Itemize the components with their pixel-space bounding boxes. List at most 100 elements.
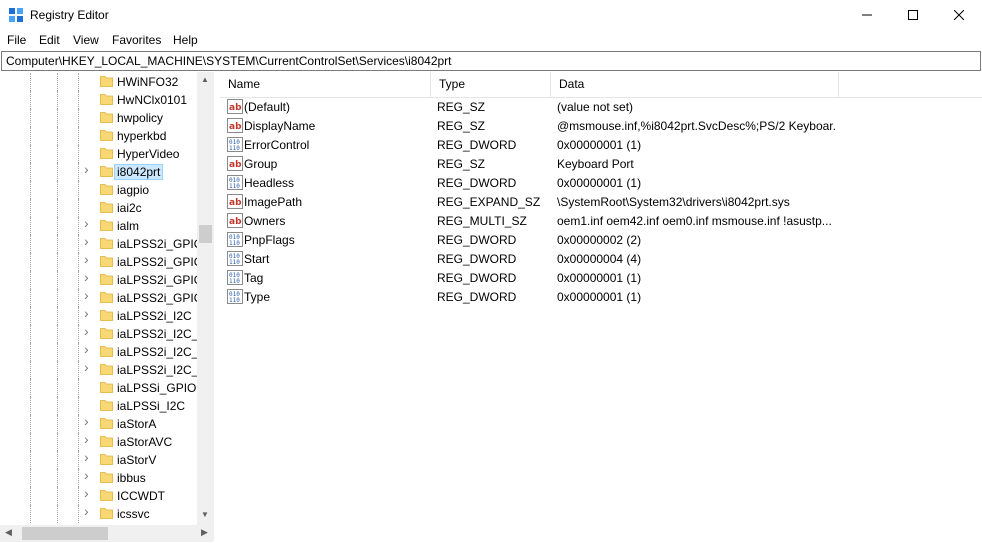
key-tree[interactable]: HWiNFO32 HwNClx0101 hwpolicy hyperkbd HyperV… bbox=[0, 72, 215, 543]
value-row[interactable]: 010 110 Headless REG_DWORD 0x00000001 (1) bbox=[220, 173, 982, 192]
tree-item[interactable]: iaLPSSi_GPIO bbox=[0, 379, 197, 397]
value-row[interactable]: ab ImagePath REG_EXPAND_SZ \SystemRoot\Syst… bbox=[220, 192, 982, 211]
tree-item[interactable]: › icssvc bbox=[0, 504, 197, 523]
tree-guide-line bbox=[78, 217, 79, 235]
tree-item-label: ibbus bbox=[117, 471, 146, 485]
tree-item[interactable]: HyperVideo bbox=[0, 145, 197, 163]
tree-item[interactable]: › iaLPSS2i_I2C bbox=[0, 306, 197, 325]
scroll-down-arrow-icon[interactable]: ▼ bbox=[201, 510, 209, 519]
tree-item[interactable]: iai2c bbox=[0, 199, 197, 217]
minimize-button[interactable] bbox=[844, 0, 890, 30]
tree-vertical-scrollbar[interactable]: ▲ ▼ bbox=[197, 72, 214, 525]
tree-item[interactable]: › ialm bbox=[0, 216, 197, 235]
value-row[interactable]: ab Owners REG_MULTI_SZ oem1.inf oem42.inf o… bbox=[220, 211, 982, 230]
tree-item[interactable]: › iaLPSS2i_I2C_BX bbox=[0, 324, 197, 343]
tree-item[interactable]: › iaLPSS2i_I2C_GL bbox=[0, 360, 197, 379]
tree-guide-line bbox=[57, 235, 58, 253]
maximize-button[interactable] bbox=[890, 0, 936, 30]
expand-chevron-icon[interactable]: › bbox=[84, 360, 94, 374]
menu-view[interactable]: View bbox=[73, 33, 99, 47]
scroll-up-arrow-icon[interactable]: ▲ bbox=[201, 75, 209, 84]
menu-file[interactable]: File bbox=[7, 33, 26, 47]
tree-guide-line bbox=[57, 451, 58, 469]
value-data: 0x00000001 (1) bbox=[557, 176, 642, 190]
expand-chevron-icon[interactable]: › bbox=[84, 324, 94, 338]
expand-chevron-icon[interactable]: › bbox=[84, 504, 94, 518]
tree-item[interactable]: iaLPSSi_I2C bbox=[0, 397, 197, 415]
column-header-type[interactable]: Type bbox=[431, 72, 551, 97]
tree-guide-line bbox=[57, 91, 58, 109]
value-row[interactable]: 010 110 ErrorControl REG_DWORD 0x00000001 (1… bbox=[220, 135, 982, 154]
column-header-name[interactable]: Name bbox=[220, 72, 431, 97]
address-bar[interactable]: Computer\HKEY_LOCAL_MACHINE\SYSTEM\Curre… bbox=[1, 51, 981, 71]
tree-guide-line bbox=[78, 505, 79, 523]
expand-chevron-icon[interactable]: › bbox=[84, 468, 94, 482]
tree-vertical-scroll-thumb[interactable] bbox=[199, 225, 212, 243]
tree-item[interactable]: hwpolicy bbox=[0, 109, 197, 127]
column-header-data[interactable]: Data bbox=[551, 72, 839, 97]
tree-guide-line bbox=[78, 109, 79, 127]
expand-chevron-icon[interactable]: › bbox=[84, 162, 94, 176]
scroll-left-arrow-icon[interactable]: ◀ bbox=[5, 527, 12, 538]
tree-item-label: HwNClx0101 bbox=[117, 93, 188, 107]
expand-chevron-icon[interactable]: › bbox=[84, 288, 94, 302]
tree-item[interactable]: › ICCWDT bbox=[0, 486, 197, 505]
folder-icon bbox=[100, 130, 113, 141]
expand-chevron-icon[interactable]: › bbox=[84, 486, 94, 500]
value-row[interactable]: 010 110 Start REG_DWORD 0x00000004 (4) bbox=[220, 249, 982, 268]
tree-item-label: iaLPSS2i_I2C_GL bbox=[117, 363, 197, 377]
tree-item[interactable]: HwNClx0101 bbox=[0, 91, 197, 109]
expand-chevron-icon[interactable]: › bbox=[84, 216, 94, 230]
expand-chevron-icon[interactable]: › bbox=[84, 252, 94, 266]
value-row[interactable]: 010 110 Tag REG_DWORD 0x00000001 (1) bbox=[220, 268, 982, 287]
value-row[interactable]: ab DisplayName REG_SZ @msmouse.inf,%i8042pr… bbox=[220, 116, 982, 135]
expand-chevron-icon[interactable]: › bbox=[84, 234, 94, 248]
tree-item[interactable]: › iaStorAVC bbox=[0, 432, 197, 451]
tree-item-label: iaLPSS2i_GPIO2 bbox=[117, 237, 197, 251]
tree-item[interactable]: › iaLPSS2i_GPIO2 bbox=[0, 252, 197, 271]
close-button[interactable] bbox=[936, 0, 982, 30]
scroll-right-arrow-icon[interactable]: ▶ bbox=[201, 527, 208, 538]
value-row[interactable]: ab Group REG_SZ Keyboard Port bbox=[220, 154, 982, 173]
tree-guide-line bbox=[57, 361, 58, 379]
tree-item[interactable]: HWiNFO32 bbox=[0, 73, 197, 91]
address-path[interactable]: Computer\HKEY_LOCAL_MACHINE\SYSTEM\Curre… bbox=[6, 54, 452, 68]
value-row[interactable]: 010 110 PnpFlags REG_DWORD 0x00000002 (2) bbox=[220, 230, 982, 249]
expand-chevron-icon[interactable]: › bbox=[84, 414, 94, 428]
tree-item[interactable]: › iaLPSS2i_I2C_CN bbox=[0, 342, 197, 361]
maximize-icon bbox=[908, 10, 918, 20]
tree-item[interactable]: hyperkbd bbox=[0, 127, 197, 145]
value-row[interactable]: 010 110 Type REG_DWORD 0x00000001 (1) bbox=[220, 287, 982, 306]
tree-item[interactable]: iagpio bbox=[0, 181, 197, 199]
expand-chevron-icon[interactable]: › bbox=[84, 306, 94, 320]
expand-chevron-icon[interactable]: › bbox=[84, 270, 94, 284]
expand-chevron-icon[interactable]: › bbox=[84, 432, 94, 446]
value-row[interactable]: ab (Default) REG_SZ (value not set) bbox=[220, 97, 982, 116]
folder-icon bbox=[100, 220, 113, 231]
menu-help[interactable]: Help bbox=[173, 33, 198, 47]
value-name: ImagePath bbox=[244, 195, 303, 209]
tree-item[interactable]: › iaStorA bbox=[0, 414, 197, 433]
tree-horizontal-scroll-thumb[interactable] bbox=[22, 527, 108, 540]
menu-edit[interactable]: Edit bbox=[39, 33, 60, 47]
tree-guide-line bbox=[57, 307, 58, 325]
tree-item[interactable]: › iaStorV bbox=[0, 450, 197, 469]
tree-guide-line bbox=[57, 73, 58, 91]
tree-item[interactable]: › ibbus bbox=[0, 468, 197, 487]
tree-guide-line bbox=[78, 181, 79, 199]
folder-icon bbox=[100, 238, 113, 249]
expand-chevron-icon[interactable]: › bbox=[84, 450, 94, 464]
folder-icon bbox=[100, 364, 113, 375]
value-list[interactable]: Name Type Data ab (Default) REG_SZ (value n… bbox=[220, 72, 982, 543]
expand-chevron-icon[interactable]: › bbox=[84, 342, 94, 356]
tree-item[interactable]: › iaLPSS2i_GPIO2 bbox=[0, 234, 197, 253]
tree-item[interactable]: › i8042prt bbox=[0, 162, 197, 181]
tree-item[interactable]: › iaLPSS2i_GPIO2 bbox=[0, 288, 197, 307]
tree-item-label: iaLPSS2i_I2C bbox=[117, 309, 192, 323]
tree-guide-line bbox=[30, 289, 31, 307]
tree-horizontal-scrollbar[interactable]: ◀ ▶ bbox=[0, 525, 214, 542]
tree-item[interactable]: › iaLPSS2i_GPIO2 bbox=[0, 270, 197, 289]
folder-icon bbox=[100, 508, 113, 519]
menu-favorites[interactable]: Favorites bbox=[112, 33, 161, 47]
value-type: REG_SZ bbox=[437, 119, 486, 133]
